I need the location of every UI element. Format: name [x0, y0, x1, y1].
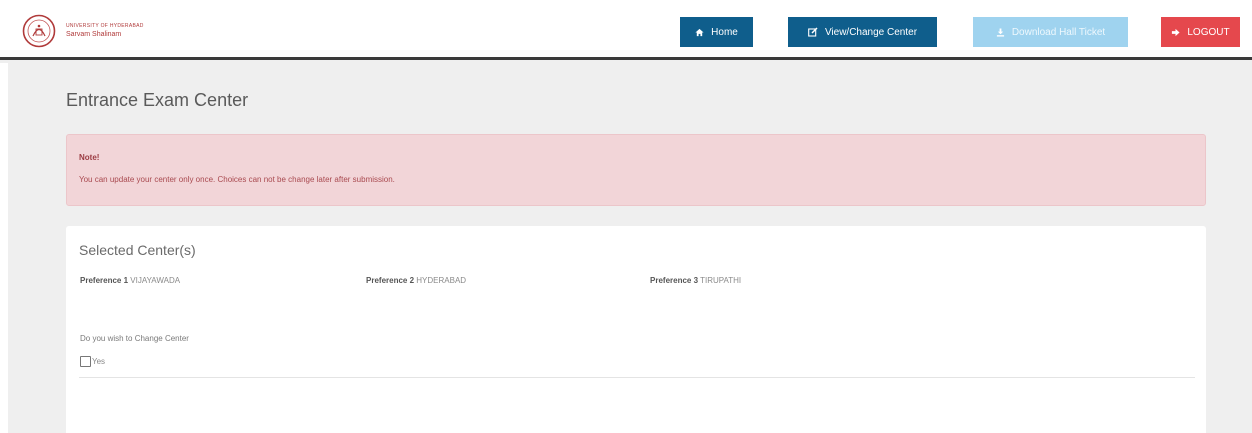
- preference-3-value: TIRUPATHI: [700, 276, 742, 285]
- preference-2-value: HYDERABAD: [416, 276, 467, 285]
- change-center-yes-option[interactable]: Yes: [80, 356, 105, 367]
- preference-3: Preference 3 TIRUPATHI: [650, 276, 741, 285]
- page-title: Entrance Exam Center: [66, 90, 249, 110]
- home-button-label: Home: [711, 26, 738, 38]
- logo-text: University of Hyderabad Sarvam Shalinam: [66, 23, 144, 39]
- preference-2-label: Preference 2: [366, 276, 415, 285]
- preference-1-label: Preference 1: [80, 276, 129, 285]
- preference-2: Preference 2 HYDERABAD: [366, 276, 466, 285]
- preference-3-label: Preference 3: [650, 276, 699, 285]
- logout-label: LOGOUT: [1187, 26, 1230, 38]
- logo-university-name: University of Hyderabad: [66, 23, 144, 29]
- logo-motto: Sarvam Shalinam: [66, 31, 122, 38]
- university-seal-icon: [22, 14, 56, 48]
- home-button[interactable]: Home: [680, 17, 753, 47]
- edit-icon: [808, 27, 818, 37]
- selected-centers-title: Selected Center(s): [79, 242, 196, 258]
- preference-1-value: VIJAYAWADA: [130, 276, 181, 285]
- university-logo[interactable]: University of Hyderabad Sarvam Shalinam: [22, 14, 144, 48]
- download-hall-ticket-label: Download Hall Ticket: [1011, 26, 1106, 38]
- change-center-yes-label: Yes: [92, 357, 106, 366]
- change-center-yes-checkbox[interactable]: [80, 356, 91, 367]
- note-text: You can update your center only once. Ch…: [79, 175, 395, 184]
- note-alert: Note! You can update your center only on…: [66, 134, 1206, 206]
- top-navbar: University of Hyderabad Sarvam Shalinam …: [0, 0, 1252, 60]
- view-change-center-label: View/Change Center: [824, 26, 918, 38]
- note-title: Note!: [79, 153, 100, 162]
- logout-button[interactable]: LOGOUT: [1161, 17, 1240, 47]
- selected-centers-card: Selected Center(s) Preference 1 VIJAYAWA…: [66, 226, 1206, 433]
- preference-1: Preference 1 VIJAYAWADA: [80, 276, 180, 285]
- view-change-center-button[interactable]: View/Change Center: [788, 17, 937, 47]
- download-hall-ticket-button[interactable]: Download Hall Ticket: [973, 17, 1128, 47]
- section-divider: [79, 377, 1195, 378]
- page-left-edge: [0, 63, 8, 433]
- download-icon: [996, 27, 1005, 37]
- change-center-question: Do you wish to Change Center: [80, 334, 189, 343]
- home-icon: [695, 28, 704, 37]
- sign-out-icon: [1171, 28, 1180, 37]
